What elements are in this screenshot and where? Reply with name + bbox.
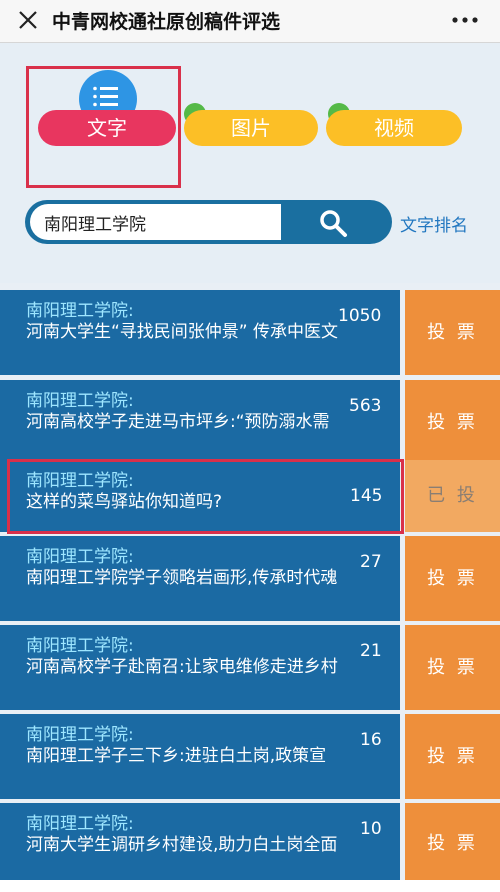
article-headline: 南阳理工学子三下乡:进驻白土岗,政策宣 — [26, 746, 327, 766]
article-source: 南阳理工学院: — [26, 636, 134, 656]
search-input[interactable] — [30, 204, 281, 240]
tab-video[interactable]: 视频 — [326, 110, 462, 146]
annotation-box — [26, 66, 181, 188]
vote-button[interactable]: 投 票 — [405, 625, 500, 710]
list-item[interactable]: 南阳理工学院: 河南大学生调研乡村建设,助力白土岗全面 10 投 票 — [0, 803, 500, 885]
vote-button[interactable]: 投 票 — [405, 290, 500, 375]
list-item[interactable]: 南阳理工学院: 河南高校学子走进马市坪乡:“预防溺水需 563 投 票 — [0, 380, 500, 465]
close-icon[interactable] — [16, 8, 40, 32]
vote-button[interactable]: 投 票 — [405, 380, 500, 465]
annotation-box — [7, 459, 404, 534]
article-source: 南阳理工学院: — [26, 814, 134, 834]
vote-count: 563 — [349, 396, 382, 416]
list-item[interactable]: 南阳理工学院: 南阳理工学子三下乡:进驻白土岗,政策宣 16 投 票 — [0, 714, 500, 799]
article-headline: 河南高校学子走进马市坪乡:“预防溺水需 — [26, 412, 330, 432]
article-source: 南阳理工学院: — [26, 547, 134, 567]
tab-image[interactable]: 图片 — [184, 110, 318, 146]
title-bar: 中青网校通社原创稿件评选 — [0, 0, 500, 43]
list-item[interactable]: 南阳理工学院: 河南高校学子赴南召:让家电维修走进乡村 21 投 票 — [0, 625, 500, 710]
bottom-edge — [0, 880, 500, 892]
vote-count: 27 — [360, 552, 382, 572]
article-headline: 河南高校学子赴南召:让家电维修走进乡村 — [26, 657, 338, 677]
article-source: 南阳理工学院: — [26, 391, 134, 411]
more-icon[interactable] — [450, 13, 480, 27]
list-item[interactable]: 南阳理工学院: 南阳理工学院学子领略岩画形,传承时代魂 27 投 票 — [0, 536, 500, 621]
search-icon[interactable] — [318, 208, 348, 238]
article-headline: 河南大学生调研乡村建设,助力白土岗全面 — [26, 835, 338, 855]
voted-button[interactable]: 已 投 — [405, 460, 500, 532]
vote-button[interactable]: 投 票 — [405, 803, 500, 885]
vote-count: 1050 — [338, 306, 382, 326]
text-ranking-link[interactable]: 文字排名 — [400, 211, 468, 236]
window-title: 中青网校通社原创稿件评选 — [52, 11, 281, 33]
vote-button[interactable]: 投 票 — [405, 536, 500, 621]
vote-count: 21 — [360, 641, 382, 661]
article-headline: 南阳理工学院学子领略岩画形,传承时代魂 — [26, 568, 338, 588]
article-source: 南阳理工学院: — [26, 301, 134, 321]
vote-count: 10 — [360, 819, 382, 839]
vote-button[interactable]: 投 票 — [405, 714, 500, 799]
article-headline: 河南大学生“寻找民间张仲景” 传承中医文 — [26, 322, 339, 342]
list-item[interactable]: 南阳理工学院: 河南大学生“寻找民间张仲景” 传承中医文 1050 投 票 — [0, 290, 500, 375]
vote-count: 16 — [360, 730, 382, 750]
article-source: 南阳理工学院: — [26, 725, 134, 745]
